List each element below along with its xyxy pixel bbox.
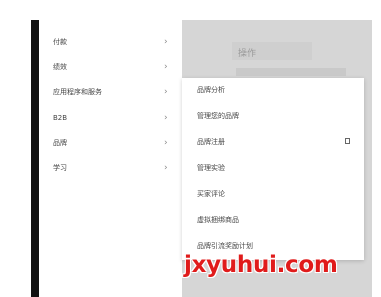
watermark-text: jxyuhui.com — [184, 252, 338, 278]
bookmark-icon[interactable] — [345, 138, 350, 144]
chevron-right-icon: › — [164, 163, 168, 173]
submenu-item-label: 品牌注册 — [197, 138, 225, 146]
submenu-item-brand-analytics[interactable]: 品牌分析 — [182, 80, 364, 100]
submenu-item-label: 品牌引流奖励计划 — [197, 242, 253, 250]
chevron-right-icon: › — [164, 87, 168, 97]
submenu-item-manage-brands[interactable]: 管理您的品牌 — [182, 106, 364, 126]
left-dark-bar — [31, 20, 39, 297]
menu-item-b2b[interactable]: B2B › — [39, 108, 182, 128]
submenu-item-brand-registry[interactable]: 品牌注册 — [182, 132, 364, 152]
brand-submenu: 品牌分析 管理您的品牌 品牌注册 管理实验 买家评论 虚拟捆绑商品 品牌引流奖励… — [182, 78, 364, 260]
menu-item-label: 付款 — [53, 38, 67, 46]
submenu-item-manage-experiments[interactable]: 管理实验 — [182, 158, 364, 178]
background-title: 操作 — [238, 49, 257, 59]
chevron-right-icon: › — [164, 138, 168, 148]
submenu-item-label: 管理实验 — [197, 164, 225, 172]
submenu-item-label: 买家评论 — [197, 190, 225, 198]
menu-item-apps-services[interactable]: 应用程序和服务 › — [39, 82, 182, 102]
submenu-item-virtual-bundles[interactable]: 虚拟捆绑商品 — [182, 210, 364, 230]
submenu-item-label: 品牌分析 — [197, 86, 225, 94]
background-text-line — [236, 68, 346, 76]
menu-item-label: 绩效 — [53, 63, 67, 71]
menu-item-label: B2B — [53, 114, 68, 122]
screenshot-page: 操作 付款 › 绩效 › 应用程序和服务 › B2B › 品牌 › 学习 › 品 — [0, 0, 381, 297]
submenu-item-label: 管理您的品牌 — [197, 112, 239, 120]
menu-item-performance[interactable]: 绩效 › — [39, 57, 182, 77]
chevron-right-icon: › — [164, 113, 168, 123]
menu-item-brand[interactable]: 品牌 › — [39, 133, 182, 153]
main-menu: 付款 › 绩效 › 应用程序和服务 › B2B › 品牌 › 学习 › — [39, 20, 182, 297]
background-header: 操作 — [232, 42, 312, 60]
chevron-right-icon: › — [164, 37, 168, 47]
menu-item-learning[interactable]: 学习 › — [39, 158, 182, 178]
menu-item-payments[interactable]: 付款 › — [39, 32, 182, 52]
menu-item-label: 应用程序和服务 — [53, 88, 102, 96]
menu-item-label: 学习 — [53, 164, 67, 172]
chevron-right-icon: › — [164, 62, 168, 72]
submenu-item-customer-reviews[interactable]: 买家评论 — [182, 184, 364, 204]
submenu-item-label: 虚拟捆绑商品 — [197, 216, 239, 224]
menu-item-label: 品牌 — [53, 139, 67, 147]
